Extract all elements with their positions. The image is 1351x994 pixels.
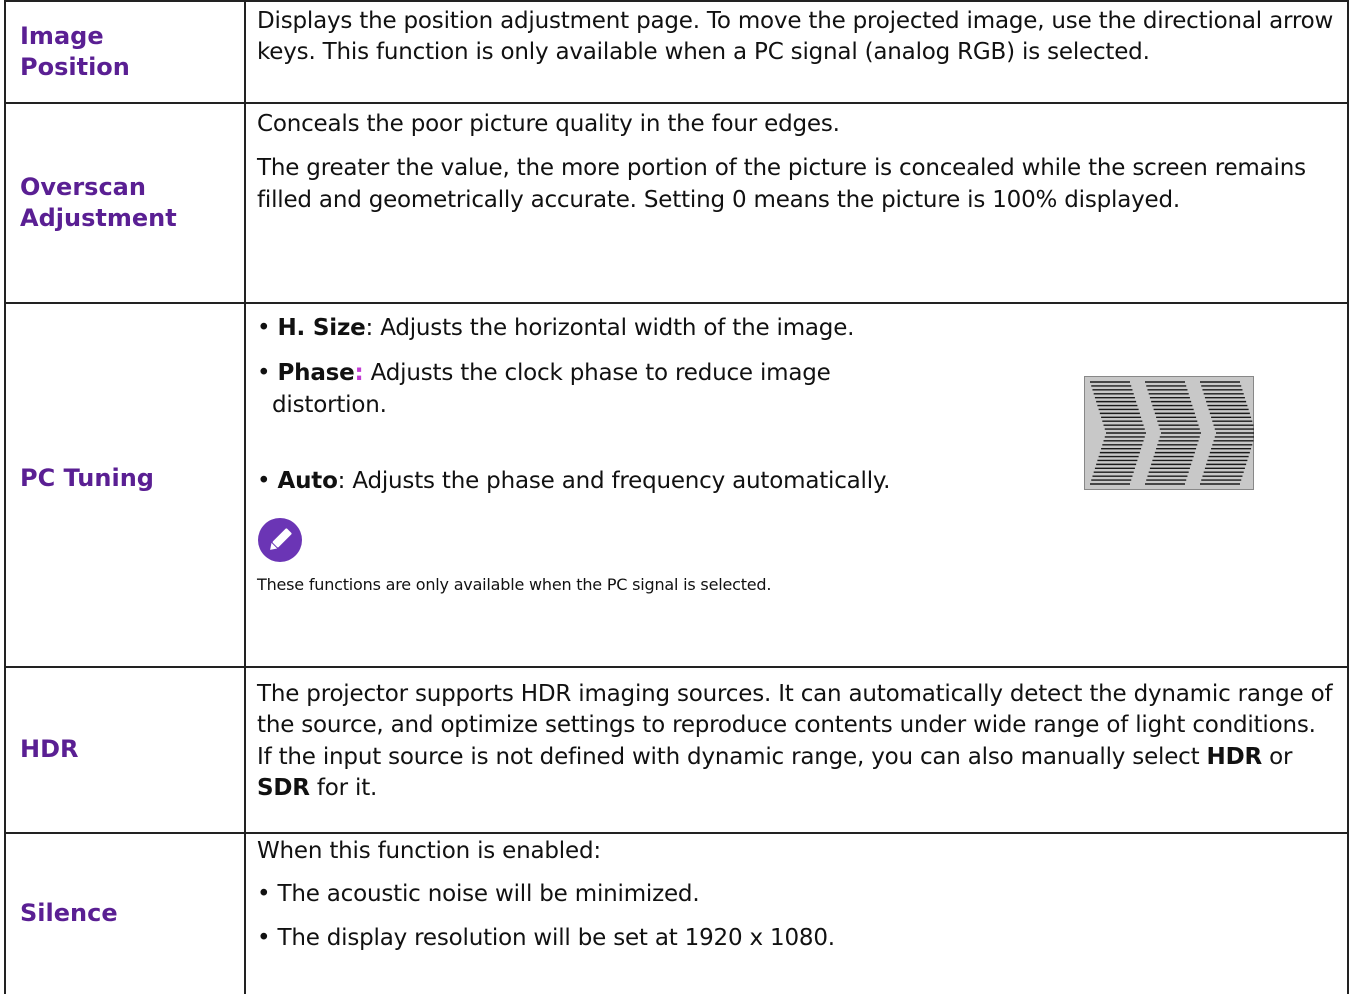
row-label: HDR: [6, 668, 244, 832]
row-pc-tuning: PC Tuning • H. Size: Adjusts the horizon…: [4, 304, 1349, 668]
list-item: • The acoustic noise will be minimized.: [257, 881, 700, 908]
term-description: : Adjusts the horizontal width of the im…: [365, 315, 855, 341]
description-text: Displays the position adjustment page. T…: [257, 8, 1334, 66]
row-label: Silence: [6, 834, 244, 994]
settings-table: Image Position Displays the position adj…: [4, 0, 1349, 994]
term: Auto: [277, 467, 338, 494]
row-image-position: Image Position Displays the position adj…: [4, 0, 1349, 104]
pencil-icon: [257, 517, 303, 563]
row-description: When this function is enabled: • The aco…: [246, 834, 1347, 994]
term-description: : Adjusts the phase and frequency automa…: [337, 467, 891, 494]
sdr-option: SDR: [257, 774, 310, 801]
row-silence: Silence When this function is enabled: •…: [4, 834, 1349, 994]
list-item-hsize: • H. Size: Adjusts the horizontal width …: [257, 313, 1335, 344]
label-text: Overscan Adjustment: [20, 172, 177, 232]
text-part: The projector supports HDR imaging sourc…: [257, 681, 1333, 770]
row-label: Image Position: [6, 2, 244, 102]
text-part: or: [1262, 743, 1293, 770]
row-overscan-adjustment: Overscan Adjustment Conceals the poor pi…: [4, 104, 1349, 304]
label-text: PC Tuning: [20, 464, 154, 493]
term-colon: :: [354, 360, 364, 387]
term: H. Size: [277, 315, 366, 341]
hdr-option: HDR: [1206, 743, 1263, 770]
note-text: These functions are only available when …: [257, 575, 772, 595]
description-text: The projector supports HDR imaging sourc…: [257, 679, 1337, 804]
phase-distortion-illustration: [1084, 376, 1256, 490]
row-description: The projector supports HDR imaging sourc…: [246, 668, 1347, 832]
list-item-phase: • Phase: Adjusts the clock phase to redu…: [257, 358, 912, 421]
bullet: •: [257, 467, 271, 494]
description-text: The greater the value, the more portion …: [257, 155, 1306, 213]
row-description: Conceals the poor picture quality in the…: [246, 104, 1347, 302]
description-text: Conceals the poor picture quality in the…: [257, 111, 840, 137]
row-label: Overscan Adjustment: [6, 104, 244, 302]
term: Phase: [277, 360, 355, 387]
row-label: PC Tuning: [6, 304, 244, 666]
label-text: Image Position: [20, 21, 130, 81]
intro-text: When this function is enabled:: [257, 838, 601, 864]
row-hdr: HDR The projector supports HDR imaging s…: [4, 668, 1349, 834]
row-description: Displays the position adjustment page. T…: [246, 2, 1347, 102]
bullet: •: [257, 315, 271, 341]
label-text: Silence: [20, 899, 118, 928]
bullet: •: [257, 360, 271, 387]
row-description: • H. Size: Adjusts the horizontal width …: [246, 304, 1347, 666]
list-item: • The display resolution will be set at …: [257, 924, 835, 951]
text-part: for it.: [309, 774, 378, 801]
label-text: HDR: [20, 735, 79, 764]
